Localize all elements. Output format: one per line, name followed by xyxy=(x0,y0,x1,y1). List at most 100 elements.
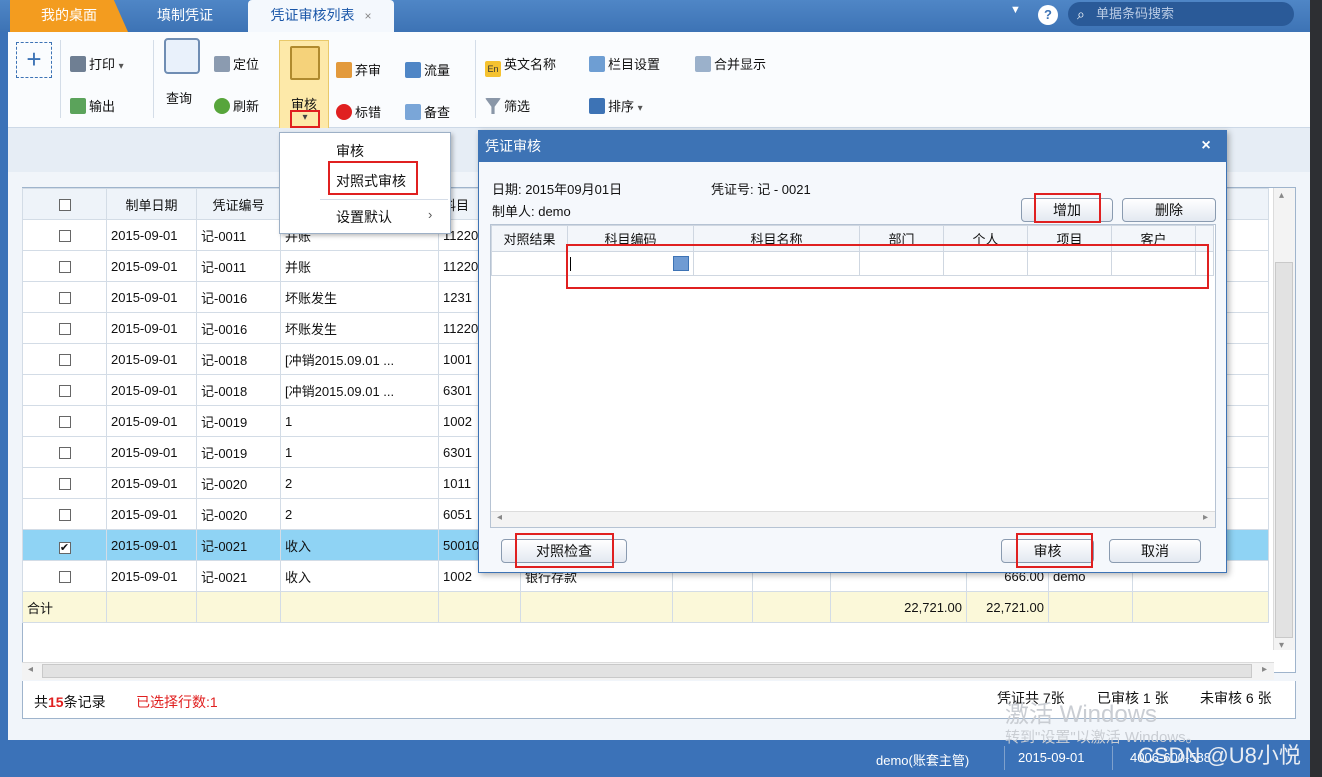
scroll-right-icon[interactable]: ▸ xyxy=(1262,664,1267,675)
toolbar xyxy=(8,32,1310,128)
compare-horizontal-scrollbar[interactable] xyxy=(491,511,1215,527)
highlight-box xyxy=(1016,533,1093,568)
audit-clipboard-icon xyxy=(290,46,320,80)
english-name-button[interactable]: En 英文名称 xyxy=(485,54,556,77)
total-label: 合计 xyxy=(22,591,107,623)
tab-fill-voucher[interactable]: 填制凭证 xyxy=(140,0,230,32)
row-checkbox[interactable] xyxy=(22,467,107,499)
voucher-no-cell: 记-0019 xyxy=(196,405,281,437)
query-button[interactable]: 查询 xyxy=(166,88,192,107)
close-icon[interactable]: × xyxy=(1196,134,1216,158)
query-icon xyxy=(164,38,200,74)
col-voucher-no[interactable]: 凭证编号 xyxy=(196,188,281,220)
window-edge xyxy=(1310,0,1322,777)
select-all-checkbox[interactable] xyxy=(22,188,107,220)
status-divider xyxy=(1004,746,1005,770)
scroll-left-icon[interactable]: ◂ xyxy=(497,512,502,523)
help-icon[interactable]: ? xyxy=(1038,5,1058,25)
checkbox-icon xyxy=(58,291,71,304)
row-checkbox[interactable] xyxy=(22,250,107,282)
row-checkbox[interactable] xyxy=(22,281,107,313)
summary-cell: 坏账发生 xyxy=(280,281,439,313)
flow-icon xyxy=(405,62,421,78)
voucher-no-cell: 记-0011 xyxy=(196,250,281,282)
date-cell: 2015-09-01 xyxy=(106,560,197,592)
review-icon xyxy=(405,104,421,120)
row-checkbox[interactable] xyxy=(22,436,107,468)
dialog-cancel-button[interactable]: 取消 xyxy=(1109,539,1201,563)
summary-cell: 2 xyxy=(280,498,439,530)
abandon-label: 弃审 xyxy=(355,63,382,78)
flow-button[interactable]: 流量 xyxy=(405,60,450,79)
mark-error-label: 标错 xyxy=(355,105,382,120)
row-checkbox[interactable] xyxy=(22,343,107,375)
abandon-audit-button[interactable]: 弃审 xyxy=(336,60,381,79)
date-cell: 2015-09-01 xyxy=(106,529,197,561)
date-cell: 2015-09-01 xyxy=(106,405,197,437)
filter-icon xyxy=(485,98,501,114)
menu-item-set-default[interactable]: 设置默认 xyxy=(336,207,392,227)
refresh-button[interactable]: 刷新 xyxy=(214,96,259,115)
horizontal-scroll-thumb[interactable] xyxy=(42,664,1252,678)
filter-button[interactable]: 筛选 xyxy=(485,96,530,115)
filter-label: 筛选 xyxy=(504,99,531,114)
date-cell: 2015-09-01 xyxy=(106,498,197,530)
date-cell: 2015-09-01 xyxy=(106,250,197,282)
checkbox-icon xyxy=(58,446,71,459)
chevron-down-icon: ▾ xyxy=(118,61,124,72)
row-checkbox[interactable]: ✔ xyxy=(22,529,107,561)
voucher-no-cell: 记-0020 xyxy=(196,467,281,499)
export-button[interactable]: 输出 xyxy=(70,96,115,115)
tab-my-desktop[interactable]: 我的桌面 xyxy=(10,0,128,32)
selected-count: 已选择行数:1 xyxy=(136,694,218,710)
chevron-down-icon[interactable]: ▼ xyxy=(1010,4,1021,16)
scroll-right-icon[interactable]: ▸ xyxy=(1203,512,1208,523)
scroll-up-icon[interactable]: ▴ xyxy=(1279,190,1284,201)
column-settings-label: 栏目设置 xyxy=(608,57,661,72)
column-settings-button[interactable]: 栏目设置 xyxy=(589,54,660,73)
date-cell: 2015-09-01 xyxy=(106,436,197,468)
merge-display-button[interactable]: 合并显示 xyxy=(695,54,766,73)
voucher-date: 日期: 2015年09月01日 xyxy=(492,182,623,197)
merge-display-label: 合并显示 xyxy=(714,57,767,72)
menu-item-audit[interactable]: 审核 xyxy=(336,141,364,161)
checkbox-icon xyxy=(58,229,71,242)
col-compare-result[interactable]: 对照结果 xyxy=(491,225,568,252)
printer-icon xyxy=(70,56,86,72)
sort-button[interactable]: 排序 ▾ xyxy=(589,96,643,115)
audit-dropdown-arrow-icon[interactable]: ▾ xyxy=(290,110,320,128)
merge-icon xyxy=(695,56,711,72)
col-date[interactable]: 制单日期 xyxy=(106,188,197,220)
locate-button[interactable]: 定位 xyxy=(214,54,259,73)
sort-label: 排序 xyxy=(608,99,635,114)
print-button[interactable]: 打印 ▾ xyxy=(70,54,124,73)
row-checkbox[interactable] xyxy=(22,498,107,530)
checkbox-icon xyxy=(58,415,71,428)
voucher-no-cell: 记-0020 xyxy=(196,498,281,530)
row-checkbox[interactable] xyxy=(22,405,107,437)
search-input[interactable]: ⌕ 单据条码搜索 xyxy=(1068,2,1294,26)
row-checkbox[interactable] xyxy=(22,560,107,592)
scroll-down-icon[interactable]: ▾ xyxy=(1279,640,1284,651)
checkbox-icon xyxy=(58,198,71,211)
voucher-no-cell: 记-0018 xyxy=(196,374,281,406)
record-prefix: 共 xyxy=(34,694,48,710)
delete-row-button[interactable]: 删除 xyxy=(1122,198,1216,222)
close-icon[interactable]: × xyxy=(364,9,371,23)
mark-error-button[interactable]: 标错 xyxy=(336,102,381,121)
review-button[interactable]: 备查 xyxy=(405,102,450,121)
toolbar-divider xyxy=(60,40,61,118)
tab-voucher-audit-list[interactable]: 凭证审核列表 × xyxy=(248,0,394,32)
columns-icon xyxy=(589,56,605,72)
vertical-scroll-thumb[interactable] xyxy=(1275,262,1293,638)
scroll-left-icon[interactable]: ◂ xyxy=(28,664,33,675)
status-user: demo(账套主管) xyxy=(876,753,970,768)
row-checkbox[interactable] xyxy=(22,312,107,344)
row-checkbox[interactable] xyxy=(22,219,107,251)
row-checkbox[interactable] xyxy=(22,374,107,406)
english-name-label: 英文名称 xyxy=(504,57,557,72)
add-button[interactable]: + xyxy=(16,42,52,78)
total-row: 合计 22,721.00 22,721.00 xyxy=(22,591,1269,623)
locate-label: 定位 xyxy=(233,57,260,72)
abandon-icon xyxy=(336,62,352,78)
